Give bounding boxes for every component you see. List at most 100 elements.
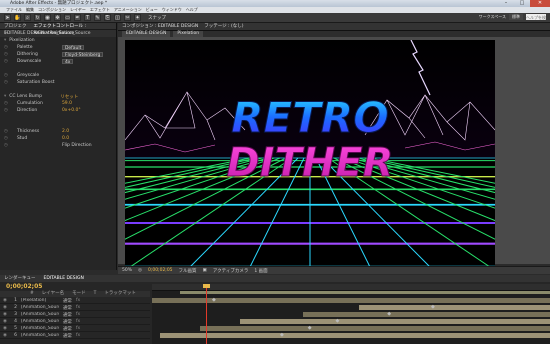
keyframe-icon[interactable]: ◆ (280, 332, 284, 338)
effect-row[interactable]: ▾ CC Lens Bump リセット (0, 93, 116, 100)
table-row[interactable]: ◉ 2 [Animation_Source] 通常 fx (0, 305, 150, 311)
workspace-select[interactable]: 標準 (509, 14, 523, 20)
snap-label[interactable]: スナップ (148, 15, 166, 21)
tab-project[interactable]: プロジェクト (4, 23, 28, 36)
keyframe-icon[interactable]: ◆ (431, 304, 435, 310)
effect-row[interactable]: ◷ Downscale 4x (0, 58, 116, 65)
keyframe-icon[interactable]: ◆ (212, 297, 216, 303)
fx-switch-icon[interactable]: fx (76, 326, 80, 331)
stopwatch-icon[interactable]: ◷ (4, 59, 8, 64)
layer-mode[interactable]: 通常 (63, 305, 72, 311)
effect-row-dropdown[interactable]: Floyd-Steinberg (61, 52, 104, 58)
layer-bar[interactable] (199, 326, 550, 331)
layer-bar[interactable] (358, 305, 550, 310)
close-icon[interactable]: ✕ (530, 0, 550, 7)
layer-name[interactable]: [Animation_Source] (21, 305, 59, 310)
minimize-icon[interactable]: – (498, 0, 514, 7)
layer-mode[interactable]: 通常 (63, 333, 72, 339)
stopwatch-icon[interactable]: ◷ (4, 73, 8, 78)
roto-tool-icon[interactable]: ✂ (124, 14, 131, 21)
camera-tool-icon[interactable]: ◉ (44, 14, 51, 21)
tab-effect-controls[interactable]: エフェクトコントロール : Animation_Source (34, 23, 116, 36)
help-search-input[interactable] (526, 14, 546, 20)
layer-mode[interactable]: 通常 (63, 298, 72, 304)
layer-name[interactable]: [Animation_Source] (21, 326, 59, 331)
effect-row-dropdown[interactable]: Default (61, 45, 85, 51)
eye-icon[interactable]: ◉ (3, 333, 7, 338)
effect-row-value[interactable]: 59.0 (62, 101, 72, 106)
layer-bar[interactable] (239, 319, 550, 324)
hand-tool-icon[interactable]: ✋ (14, 14, 21, 21)
eye-icon[interactable]: ◉ (3, 298, 7, 303)
camera-snapshot-icon[interactable]: ◎ (138, 268, 142, 273)
effect-row[interactable]: ◷ Greyscale (0, 72, 116, 79)
tab-footage[interactable]: フッテージ : (なし) (204, 23, 243, 30)
timeline-timecode[interactable]: 0;00;02;05 (6, 283, 42, 290)
effect-row-value[interactable]: Flip Direction (62, 143, 92, 148)
resolution-select[interactable]: フル画質 (179, 268, 197, 274)
pan-tool-icon[interactable]: ✥ (54, 14, 61, 21)
rectangle-tool-icon[interactable]: ▭ (64, 14, 71, 21)
stopwatch-icon[interactable]: ◷ (4, 52, 8, 57)
fx-switch-icon[interactable]: fx (76, 298, 80, 303)
eye-icon[interactable]: ◉ (3, 312, 7, 317)
current-time-indicator[interactable] (203, 284, 210, 288)
keyframe-icon[interactable]: ◆ (387, 311, 391, 317)
viewer-timecode[interactable]: 0;00;02;05 (148, 268, 173, 273)
pen-tool-icon[interactable]: ✒ (74, 14, 81, 21)
effect-row[interactable]: ◷ Stud 0.0 (0, 135, 116, 142)
comp-canvas[interactable]: RETRO DITHER (125, 40, 495, 267)
layer-bar[interactable] (159, 333, 550, 338)
keyframe-icon[interactable]: ◆ (336, 318, 340, 324)
layer-mode[interactable]: 通常 (63, 326, 72, 332)
stopwatch-icon[interactable]: ◷ (4, 45, 8, 50)
table-row[interactable]: ◉ 6 [Animation_Source] 通常 fx (0, 333, 150, 339)
effect-row[interactable]: ◷ Thickness 2.0 (0, 128, 116, 135)
effect-row-value[interactable]: 0.0 (62, 136, 69, 141)
time-ruler[interactable] (152, 284, 550, 291)
tab-composition[interactable]: コンポジション : EDITABLE DESIGN (122, 23, 198, 30)
effect-row-dropdown[interactable]: 4x (61, 59, 74, 65)
layer-name[interactable]: [Pixelation] (21, 298, 59, 303)
stopwatch-icon[interactable]: ◷ (4, 101, 8, 106)
fx-switch-icon[interactable]: fx (76, 305, 80, 310)
effect-row[interactable]: ◷ Saturation Boost (0, 79, 116, 86)
puppet-tool-icon[interactable]: ✦ (134, 14, 141, 21)
tab-timeline-comp[interactable]: EDITABLE DESIGN (44, 275, 84, 282)
stopwatch-icon[interactable]: ◷ (4, 108, 8, 113)
layer-name[interactable]: [Animation_Source] (21, 333, 59, 338)
clone-tool-icon[interactable]: ⎘ (104, 14, 111, 21)
views-select[interactable]: 1 画面 (254, 268, 267, 274)
effect-row[interactable]: ◷ Dithering Floyd-Steinberg (0, 51, 116, 58)
work-area-bar[interactable] (180, 291, 550, 294)
zoom-select[interactable]: 50% (122, 268, 132, 273)
fx-switch-icon[interactable]: fx (76, 312, 80, 317)
effect-row[interactable]: ◷ Flip Direction (0, 142, 116, 149)
stopwatch-icon[interactable]: ◷ (4, 80, 8, 85)
eraser-tool-icon[interactable]: ◫ (114, 14, 121, 21)
layer-mode[interactable]: 通常 (63, 319, 72, 325)
brush-tool-icon[interactable]: ✎ (94, 14, 101, 21)
stopwatch-icon[interactable]: ◷ (4, 136, 8, 141)
zoom-tool-icon[interactable]: ⌕ (24, 14, 31, 21)
rotate-tool-icon[interactable]: ↻ (34, 14, 41, 21)
layer-name[interactable]: [Animation_Source] (21, 312, 59, 317)
effect-row-value[interactable]: リセット (60, 94, 78, 100)
text-tool-icon[interactable]: T (84, 14, 91, 21)
tab-render-queue[interactable]: レンダーキュー (4, 275, 36, 282)
region-icon[interactable]: ▣ (203, 268, 207, 273)
stopwatch-icon[interactable]: ◷ (4, 129, 8, 134)
playhead[interactable] (206, 284, 207, 344)
layer-bar[interactable] (303, 312, 550, 317)
effect-row[interactable]: ◷ Palette Default (0, 44, 116, 51)
effect-row[interactable]: ◷ Direction 0x+0.0° (0, 107, 116, 114)
keyframe-icon[interactable]: ◆ (308, 325, 312, 331)
effect-row-value[interactable]: 0x+0.0° (62, 108, 81, 113)
fx-switch-icon[interactable]: fx (76, 333, 80, 338)
camera-select[interactable]: アクティブカメラ (213, 268, 249, 274)
eye-icon[interactable]: ◉ (3, 326, 7, 331)
maximize-icon[interactable]: □ (514, 0, 530, 7)
table-row[interactable]: ◉ 5 [Animation_Source] 通常 fx (0, 326, 150, 332)
effect-row-value[interactable]: 2.0 (62, 129, 69, 134)
disclosure-triangle-icon[interactable]: ▾ (4, 94, 6, 99)
